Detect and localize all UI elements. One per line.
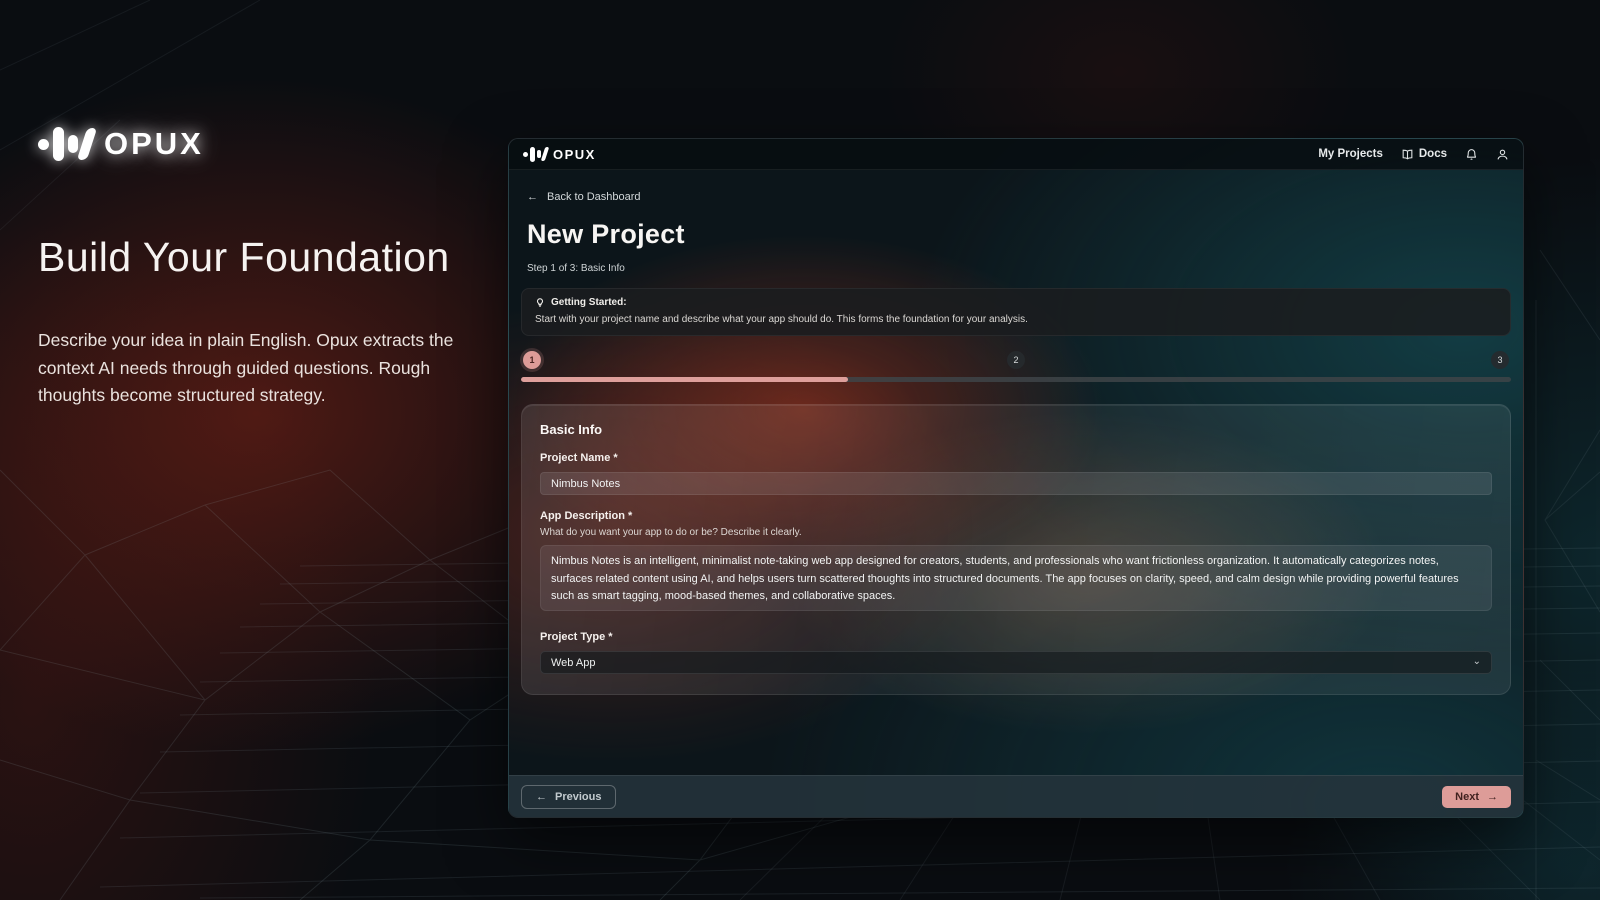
next-button[interactable]: Next → [1442, 786, 1511, 808]
chevron-down-icon: ⌄ [1473, 656, 1481, 667]
tip-title: Getting Started: [551, 297, 627, 308]
progress-bar-fill [521, 377, 848, 382]
notification-bell-icon[interactable] [1465, 148, 1478, 161]
user-profile-icon[interactable] [1496, 148, 1509, 161]
back-arrow-icon: ← [527, 191, 538, 203]
page-title: New Project [521, 219, 1511, 250]
wizard-steps: 1 2 3 [521, 351, 1511, 369]
project-type-label: Project Type * [540, 631, 1492, 643]
brand-logo: OPUX [38, 126, 478, 162]
project-type-value: Web App [551, 657, 595, 669]
nav-my-projects[interactable]: My Projects [1318, 148, 1383, 160]
basic-info-card: Basic Info Project Name * App Descriptio… [521, 404, 1511, 695]
app-description-helper: What do you want your app to do or be? D… [540, 527, 1492, 538]
app-description-textarea[interactable]: Nimbus Notes is an intelligent, minimali… [540, 545, 1492, 611]
app-logo[interactable]: OPUX [523, 147, 596, 162]
book-icon [1401, 148, 1414, 161]
hero-panel: OPUX Build Your Foundation Describe your… [38, 126, 478, 410]
header-nav: My Projects Docs [1318, 148, 1509, 161]
card-title: Basic Info [540, 422, 1492, 437]
project-name-label: Project Name * [540, 452, 1492, 464]
next-arrow-icon: → [1487, 791, 1498, 803]
lightbulb-icon [535, 297, 545, 308]
step-badge-2[interactable]: 2 [1007, 351, 1025, 369]
getting-started-callout: Getting Started: Start with your project… [521, 288, 1511, 336]
app-description-label: App Description * [540, 510, 1492, 522]
nav-docs-label: Docs [1419, 148, 1447, 160]
previous-button-label: Previous [555, 791, 601, 803]
project-name-input[interactable] [540, 472, 1492, 495]
progress-bar-track [521, 377, 1511, 382]
wizard-footer: ← Previous Next → [509, 775, 1523, 817]
brand-name: OPUX [104, 126, 204, 162]
project-type-select[interactable]: Web App ⌄ [540, 651, 1492, 674]
app-header: OPUX My Projects Docs [509, 139, 1523, 170]
app-window: OPUX My Projects Docs ← Back to Dashboar… [508, 138, 1524, 818]
step-badge-3[interactable]: 3 [1491, 351, 1509, 369]
opux-logo-icon [523, 147, 547, 162]
nav-docs[interactable]: Docs [1401, 148, 1447, 161]
step-badge-1[interactable]: 1 [523, 351, 541, 369]
next-button-label: Next [1455, 791, 1479, 803]
back-link-label: Back to Dashboard [547, 191, 641, 203]
hero-title: Build Your Foundation [38, 234, 478, 281]
hero-description: Describe your idea in plain English. Opu… [38, 327, 478, 410]
back-to-dashboard-link[interactable]: ← Back to Dashboard [521, 191, 1511, 203]
tip-body: Start with your project name and describ… [535, 314, 1497, 325]
step-indicator-label: Step 1 of 3: Basic Info [521, 263, 1511, 274]
opux-logo-icon [38, 127, 92, 161]
previous-button[interactable]: ← Previous [521, 785, 616, 809]
app-logo-text: OPUX [553, 147, 596, 162]
prev-arrow-icon: ← [536, 791, 547, 803]
page: { "brand": { "name": "OPUX" }, "hero": {… [0, 0, 1600, 900]
main-content: ← Back to Dashboard New Project Step 1 o… [509, 191, 1523, 695]
